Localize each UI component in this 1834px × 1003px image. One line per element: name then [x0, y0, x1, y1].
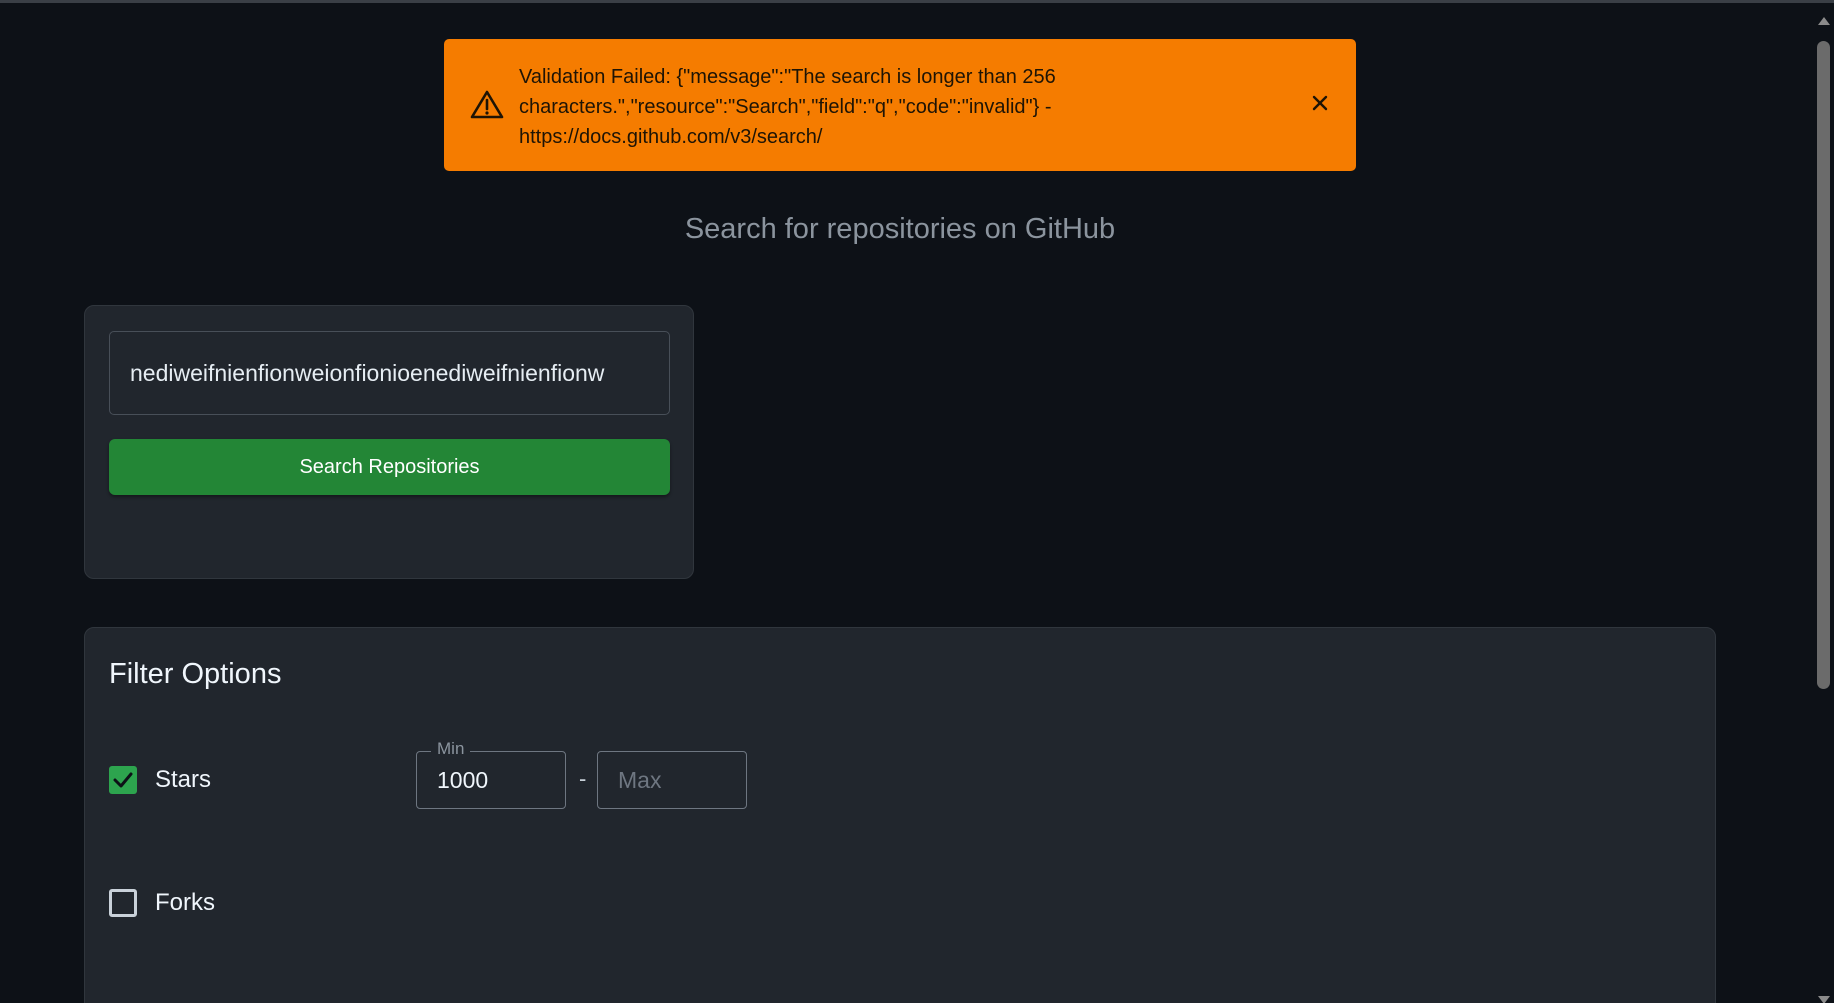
page: Validation Failed: {"message":"The searc…: [0, 0, 1834, 1003]
stars-checkbox[interactable]: [109, 766, 137, 794]
scroll-up-arrow-icon[interactable]: [1818, 17, 1830, 25]
stars-max-input[interactable]: [598, 752, 746, 808]
page-subtitle: Search for repositories on GitHub: [684, 213, 1116, 245]
search-input[interactable]: [109, 331, 670, 415]
forks-checkbox[interactable]: [109, 889, 137, 917]
search-repositories-button[interactable]: Search Repositories: [109, 439, 670, 495]
scroll-down-arrow-icon[interactable]: [1818, 996, 1830, 1003]
stars-min-input[interactable]: [417, 752, 565, 808]
range-separator: -: [579, 766, 587, 791]
search-card: Search Repositories: [84, 305, 694, 579]
scrollbar-thumb[interactable]: [1817, 41, 1830, 689]
filter-options-card: Filter Options Stars Min - Forks: [84, 627, 1716, 1003]
stars-label[interactable]: Stars: [155, 766, 211, 794]
error-alert: Validation Failed: {"message":"The searc…: [444, 39, 1356, 171]
close-icon[interactable]: [1306, 89, 1334, 117]
vertical-scrollbar[interactable]: [1814, 3, 1834, 1003]
filter-options-title: Filter Options: [109, 658, 282, 690]
forks-label[interactable]: Forks: [155, 889, 215, 917]
warning-triangle-icon: [470, 89, 504, 119]
stars-max-field[interactable]: [597, 751, 747, 809]
checkmark-icon: [113, 772, 133, 788]
stars-min-label: Min: [431, 739, 471, 759]
stars-min-field[interactable]: Min: [416, 739, 566, 809]
alert-message: Validation Failed: {"message":"The searc…: [519, 66, 1056, 148]
